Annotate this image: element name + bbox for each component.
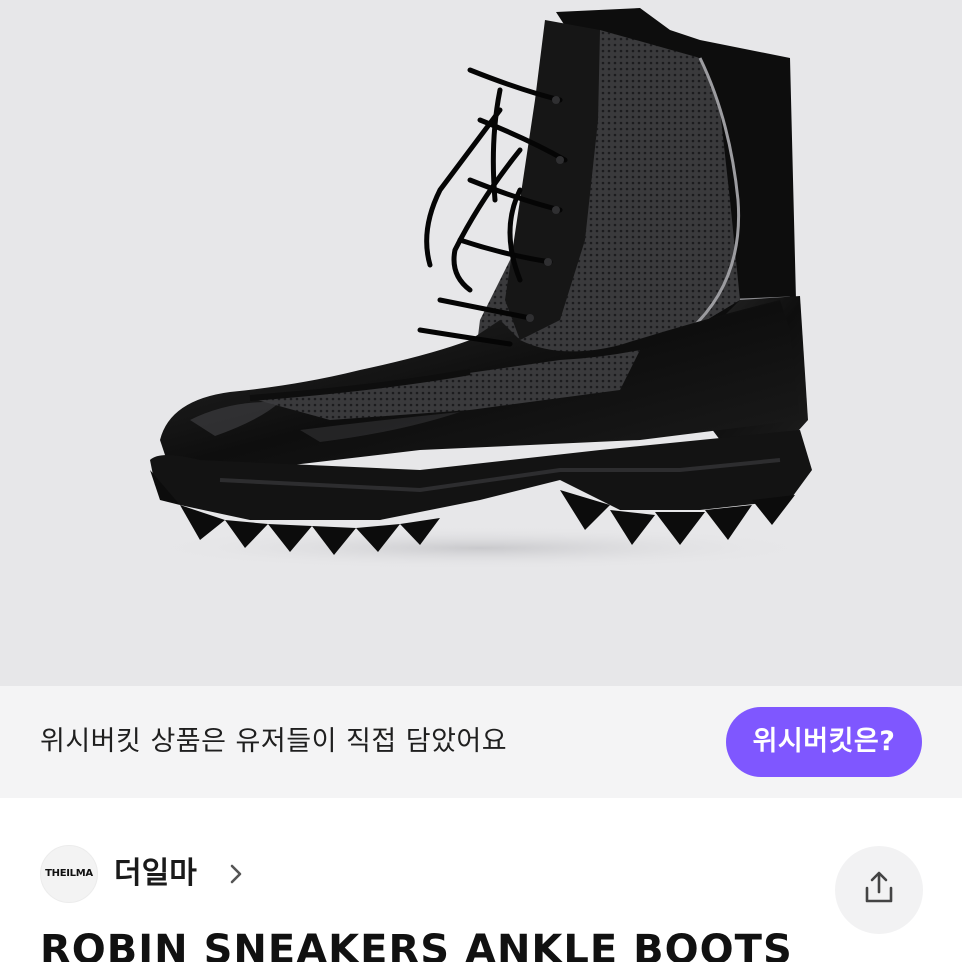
product-image[interactable] <box>0 0 962 686</box>
seller-row: THEILMA 더일마 <box>0 798 962 934</box>
product-title: ROBIN SNEAKERS ANKLE BOOTS <box>40 927 793 962</box>
boot-illustration <box>140 8 820 570</box>
share-button[interactable] <box>835 846 923 934</box>
banner-text: 위시버킷 상품은 유저들이 직접 담았어요 <box>40 726 508 757</box>
wishbucket-info-button[interactable]: 위시버킷은? <box>726 707 922 777</box>
chevron-right-icon[interactable] <box>222 860 250 888</box>
product-page: 위시버킷 상품은 유저들이 직접 담았어요 위시버킷은? THEILMA 더일마… <box>0 0 962 962</box>
wishbucket-banner: 위시버킷 상품은 유저들이 직접 담았어요 위시버킷은? <box>0 686 962 798</box>
share-icon <box>865 871 893 903</box>
seller-avatar[interactable]: THEILMA <box>40 845 98 903</box>
seller-name-link[interactable]: 더일마 <box>114 854 197 894</box>
